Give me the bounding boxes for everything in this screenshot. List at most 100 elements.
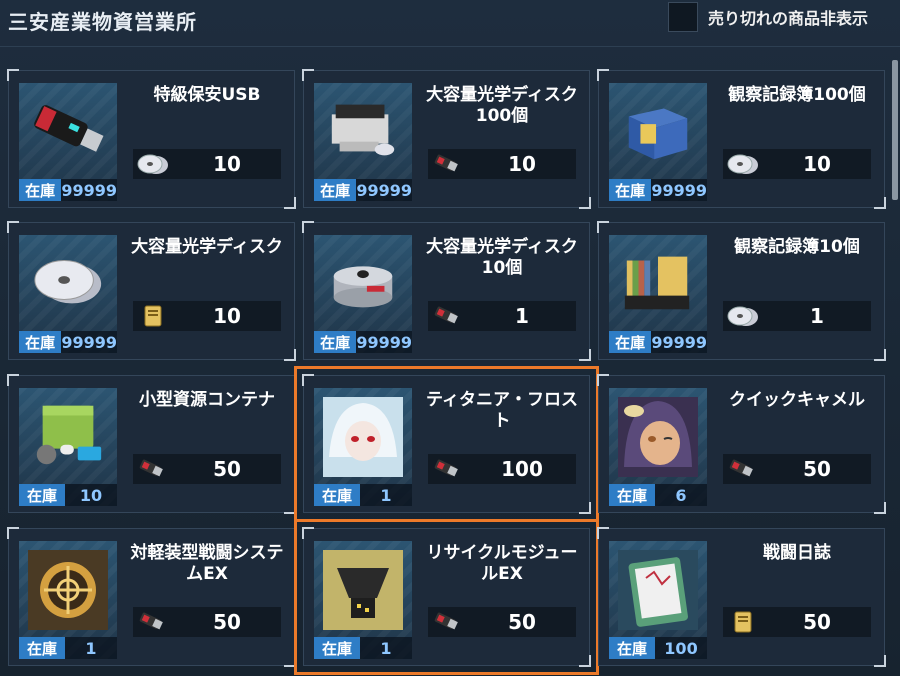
- price-box: 50: [133, 607, 281, 637]
- white-hair-portrait-icon: [320, 394, 406, 480]
- log-tablet-icon: [615, 547, 701, 633]
- shop-item-card[interactable]: 在庫 99999 大容量光学ディスク100個 10: [302, 69, 591, 209]
- item-name: 対軽装型戦闘システムEX: [130, 543, 284, 584]
- hopper-icon: [320, 547, 406, 633]
- shop-item-card[interactable]: 在庫 99999 観察記録簿10個 1: [597, 221, 886, 361]
- item-thumbnail: 在庫 100: [609, 541, 707, 659]
- stock-badge: 在庫 6: [609, 484, 707, 506]
- stock-count: 99999: [651, 331, 707, 353]
- stock-count: 99999: [356, 331, 412, 353]
- usb-icon: [29, 93, 107, 165]
- disc-icon: [723, 149, 763, 179]
- shop-item-card[interactable]: 在庫 99999 大容量光学ディスク 10: [7, 221, 296, 361]
- shop-item-card[interactable]: 在庫 1 対軽装型戦闘システムEX 50: [7, 527, 296, 667]
- stock-label: 在庫: [314, 637, 360, 659]
- notebook-rack-icon: [619, 245, 697, 317]
- item-name: クイックキャメル: [729, 390, 865, 410]
- price-box: 50: [133, 454, 281, 484]
- stock-label: 在庫: [609, 331, 652, 353]
- item-name: 戦闘日誌: [763, 543, 831, 563]
- shop-item-card[interactable]: 在庫 100 戦闘日誌 50: [597, 527, 886, 667]
- stock-label: 在庫: [19, 331, 62, 353]
- item-name: 大容量光学ディスク: [131, 237, 283, 257]
- item-thumbnail: 在庫 10: [19, 388, 117, 506]
- disc-icon: [29, 245, 107, 317]
- price-box: 10: [428, 149, 576, 179]
- shop-item-card[interactable]: 在庫 99999 特級保安USB 10: [7, 69, 296, 209]
- item-name: 大容量光学ディスク100個: [426, 85, 578, 126]
- stock-count: 99999: [651, 179, 707, 201]
- price-box: 50: [723, 607, 871, 637]
- stock-count: 99999: [61, 331, 117, 353]
- header: 三安産業物資営業所 売り切れの商品非表示: [0, 0, 900, 47]
- item-name: 観察記録簿10個: [734, 237, 860, 257]
- stock-badge: 在庫 1: [314, 637, 412, 659]
- winking-portrait-icon: [615, 394, 701, 480]
- item-thumbnail: 在庫 99999: [314, 235, 412, 353]
- stock-badge: 在庫 99999: [609, 179, 707, 201]
- notebook-icon: [133, 301, 173, 331]
- stock-count: 99999: [356, 179, 412, 201]
- stock-count: 1: [360, 637, 412, 659]
- disc-spindle-icon: [324, 245, 402, 317]
- target-emblem-icon: [25, 547, 111, 633]
- shop-item-card[interactable]: 在庫 1 ティタニア・フロスト 100: [294, 366, 599, 522]
- stock-badge: 在庫 99999: [314, 179, 412, 201]
- stock-label: 在庫: [19, 179, 62, 201]
- price-amount: 1: [515, 304, 529, 328]
- price-amount: 10: [213, 152, 241, 176]
- box-icon: [619, 93, 697, 165]
- usb-icon: [428, 454, 468, 484]
- item-thumbnail: 在庫 1: [314, 541, 412, 659]
- stock-label: 在庫: [609, 179, 652, 201]
- stock-badge: 在庫 1: [19, 637, 117, 659]
- item-thumbnail: 在庫 99999: [19, 235, 117, 353]
- item-thumbnail: 在庫 1: [314, 388, 412, 506]
- price-amount: 10: [803, 152, 831, 176]
- notebook-icon: [723, 607, 763, 637]
- hide-sold-out-checkbox[interactable]: [668, 2, 698, 32]
- scrollbar[interactable]: [892, 60, 898, 200]
- item-thumbnail: 在庫 99999: [314, 83, 412, 201]
- stock-label: 在庫: [19, 484, 65, 506]
- usb-icon: [723, 454, 763, 484]
- usb-icon: [428, 149, 468, 179]
- item-name: 特級保安USB: [153, 85, 261, 105]
- price-amount: 50: [213, 610, 241, 634]
- stock-badge: 在庫 99999: [314, 331, 412, 353]
- price-amount: 10: [508, 152, 536, 176]
- shop-item-card[interactable]: 在庫 99999 大容量光学ディスク10個 1: [302, 221, 591, 361]
- item-name: 大容量光学ディスク10個: [426, 237, 578, 278]
- item-thumbnail: 在庫 99999: [609, 83, 707, 201]
- shop-item-card[interactable]: 在庫 1 リサイクルモジュールEX 50: [294, 519, 599, 675]
- shop-item-card[interactable]: 在庫 10 小型資源コンテナ 50: [7, 374, 296, 514]
- price-amount: 100: [501, 457, 543, 481]
- stock-label: 在庫: [609, 637, 655, 659]
- shop-item-card[interactable]: 在庫 99999 観察記録簿100個 10: [597, 69, 886, 209]
- hide-sold-out-label: 売り切れの商品非表示: [708, 9, 869, 28]
- stock-badge: 在庫 99999: [609, 331, 707, 353]
- stock-count: 1: [360, 484, 412, 506]
- item-name: ティタニア・フロスト: [426, 390, 578, 431]
- item-thumbnail: 在庫 99999: [19, 83, 117, 201]
- price-amount: 50: [213, 457, 241, 481]
- price-box: 10: [133, 149, 281, 179]
- disc-icon: [133, 149, 173, 179]
- price-box: 1: [723, 301, 871, 331]
- container-icon: [29, 398, 107, 470]
- price-box: 10: [723, 149, 871, 179]
- usb-icon: [133, 607, 173, 637]
- hide-sold-out-filter[interactable]: 売り切れの商品非表示: [668, 0, 868, 34]
- stock-label: 在庫: [314, 331, 357, 353]
- price-amount: 10: [213, 304, 241, 328]
- stock-count: 100: [655, 637, 707, 659]
- stock-count: 99999: [61, 179, 117, 201]
- price-amount: 50: [508, 610, 536, 634]
- stock-label: 在庫: [19, 637, 65, 659]
- stock-count: 6: [655, 484, 707, 506]
- item-name: リサイクルモジュールEX: [426, 543, 578, 584]
- printer-icon: [324, 93, 402, 165]
- stock-label: 在庫: [609, 484, 655, 506]
- shop-item-card[interactable]: 在庫 6 クイックキャメル 50: [597, 374, 886, 514]
- price-box: 100: [428, 454, 576, 484]
